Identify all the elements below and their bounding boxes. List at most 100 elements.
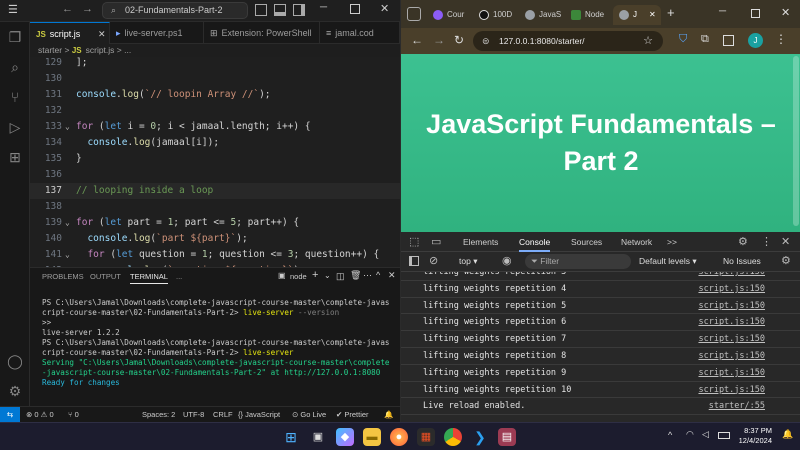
code-line[interactable]: 131 console.log(`// loopin Array //`); <box>30 87 400 103</box>
browser-tab-javascript[interactable]: JavaS <box>519 5 561 25</box>
go-live-button[interactable]: ⊙ Go Live <box>292 407 326 422</box>
system-clock[interactable]: 8:37 PM 12/4/2024 <box>739 426 772 446</box>
tab-problems[interactable]: PROBLEMS <box>42 272 84 281</box>
minimize-button[interactable]: ─ <box>320 2 327 13</box>
close-devtools-icon[interactable]: ✕ <box>781 235 790 248</box>
browser-tab-active[interactable]: J ✕ <box>613 5 661 25</box>
console-source-link[interactable]: script.js:150 <box>698 314 765 330</box>
log-levels-dropdown[interactable]: Default levels ▾ <box>639 256 697 267</box>
browser-tab-node[interactable]: Node <box>565 5 607 25</box>
notification-bell-icon[interactable]: 🔔 <box>782 429 793 440</box>
sidebar-toggle-icon[interactable] <box>409 256 419 266</box>
reload-icon[interactable]: ↻ <box>454 33 464 47</box>
tab-elements[interactable]: Elements <box>463 237 498 247</box>
command-center-search[interactable]: ⌕ 02-Fundamentals-Part-2 <box>102 2 248 19</box>
split-terminal-icon[interactable]: ◫ <box>336 271 345 282</box>
shield-icon[interactable]: ⛉ <box>679 33 687 46</box>
code-line[interactable]: 138 <box>30 199 400 215</box>
clear-console-icon[interactable]: ⊘ <box>429 254 438 267</box>
tab-sources[interactable]: Sources <box>571 237 602 247</box>
code-line[interactable]: 136 <box>30 167 400 183</box>
tab-list-icon[interactable] <box>407 7 421 21</box>
code-editor[interactable]: 129]; 130 131 console.log(`// loopin Array … <box>30 57 400 267</box>
page-scrollbar[interactable] <box>793 56 799 226</box>
browser-tab-100d[interactable]: 100D <box>473 5 515 25</box>
settings-gear-icon[interactable]: ⚙ <box>738 235 748 248</box>
tab-console[interactable]: Console <box>519 237 551 252</box>
panel-toggle-icon[interactable] <box>274 4 286 16</box>
tab-terminal[interactable]: TERMINAL <box>130 272 168 284</box>
breadcrumb-file[interactable]: script.js <box>86 45 115 55</box>
sidebar-toggle-icon[interactable] <box>293 4 305 16</box>
maximize-panel-icon[interactable]: ^ <box>376 270 380 280</box>
file-explorer-icon[interactable]: ▬ <box>363 428 381 446</box>
layout-icon[interactable] <box>255 4 267 16</box>
extensions-puzzle-icon[interactable]: ⧉ <box>701 33 709 46</box>
code-line[interactable]: 140 console.log(`part ${part}`); <box>30 231 400 247</box>
menu-kebab-icon[interactable]: ⋮ <box>775 32 787 46</box>
close-panel-icon[interactable]: ✕ <box>388 270 396 281</box>
console-source-link[interactable]: script.js:150 <box>698 331 765 347</box>
task-view-icon[interactable]: ▣ <box>309 428 327 446</box>
maximize-button[interactable] <box>751 9 760 18</box>
encoding-status[interactable]: UTF-8 <box>183 407 204 422</box>
notifications-icon[interactable]: 🔔 <box>384 407 393 422</box>
language-status[interactable]: {} JavaScript <box>238 407 280 422</box>
sidepanel-icon[interactable] <box>723 35 734 46</box>
inspect-element-icon[interactable]: ⬚ <box>409 235 419 248</box>
forward-icon[interactable]: → <box>433 33 445 47</box>
bookmark-star-icon[interactable]: ☆ <box>643 31 653 51</box>
console-settings-gear-icon[interactable]: ⚙ <box>781 254 791 267</box>
code-line[interactable]: 141 ⌄ for (let question = 1; question <= … <box>30 247 400 263</box>
profile-avatar[interactable]: J <box>748 33 763 48</box>
site-info-icon[interactable]: ⊜ <box>482 31 490 51</box>
menu-icon[interactable]: ☰ <box>8 3 18 16</box>
code-line[interactable]: 133 ⌄ for (let i = 0; i < jamaal.length; i… <box>30 119 400 135</box>
fold-chevron-icon[interactable]: ⌄ <box>65 119 70 135</box>
code-line[interactable]: 130 <box>30 71 400 87</box>
close-tab-icon[interactable]: ✕ <box>649 5 656 25</box>
panel-more-icon[interactable]: ... <box>176 272 182 281</box>
console-source-link[interactable]: script.js:150 <box>698 272 765 280</box>
back-icon[interactable]: ← <box>62 3 73 15</box>
browser-tab-course[interactable]: Cour <box>427 5 469 25</box>
more-tabs-icon[interactable]: >> <box>667 237 677 247</box>
code-line[interactable]: 139 ⌄ for (let part = 1; part <= 5; part++… <box>30 215 400 231</box>
filter-input[interactable]: ⏷ Filter <box>525 254 631 269</box>
forward-icon[interactable]: → <box>82 3 93 15</box>
trash-icon[interactable]: 🗑 <box>350 270 361 281</box>
settings-gear-icon[interactable]: ⚙ <box>6 382 24 400</box>
more-actions-icon[interactable]: ⋯ <box>363 270 372 281</box>
tab-extension-powershell[interactable]: ⊞ Extension: PowerShell <box>204 22 320 44</box>
tab-jamal-cod[interactable]: ≡ jamal.cod <box>320 22 400 44</box>
back-icon[interactable]: ← <box>411 33 423 47</box>
fold-chevron-icon[interactable]: ⌄ <box>65 247 70 263</box>
address-bar[interactable]: ⊜ 127.0.0.1:8080/starter/ ☆ <box>473 31 663 51</box>
info-status[interactable]: ⑂ 0 <box>68 407 79 422</box>
terminal-output[interactable]: PS C:\Users\Jamal\Downloads\complete-jav… <box>42 298 398 406</box>
code-line[interactable]: 132 <box>30 103 400 119</box>
new-tab-button[interactable]: + <box>667 5 675 20</box>
code-line[interactable]: 135} <box>30 151 400 167</box>
account-icon[interactable]: ◯ <box>6 352 24 370</box>
remote-icon[interactable]: ⇆ <box>0 407 20 423</box>
battery-icon[interactable] <box>718 432 730 439</box>
tab-network[interactable]: Network <box>621 237 652 247</box>
device-toolbar-icon[interactable]: ▭ <box>431 235 441 248</box>
terminal-name[interactable]: node <box>290 272 307 281</box>
close-button[interactable]: ✕ <box>380 2 389 15</box>
extensions-icon[interactable]: ⊞ <box>6 148 24 166</box>
close-button[interactable]: ✕ <box>781 6 790 19</box>
firefox-icon[interactable]: ● <box>390 428 408 446</box>
copilot-icon[interactable]: ◆ <box>336 428 354 446</box>
vscode-icon[interactable]: ❯ <box>471 428 489 446</box>
prettier-status[interactable]: ✔ Prettier <box>336 407 369 422</box>
context-selector[interactable]: top ▾ <box>459 256 477 267</box>
search-icon[interactable]: ⌕ <box>6 58 24 76</box>
volume-icon[interactable]: ◁ <box>702 429 709 440</box>
code-line[interactable]: 129]; <box>30 57 400 71</box>
wifi-icon[interactable]: ◠ <box>686 429 694 440</box>
console-source-link[interactable]: script.js:150 <box>698 365 765 381</box>
code-line[interactable]: 137 // looping inside a loop <box>30 183 400 199</box>
console-source-link[interactable]: script.js:150 <box>698 298 765 314</box>
